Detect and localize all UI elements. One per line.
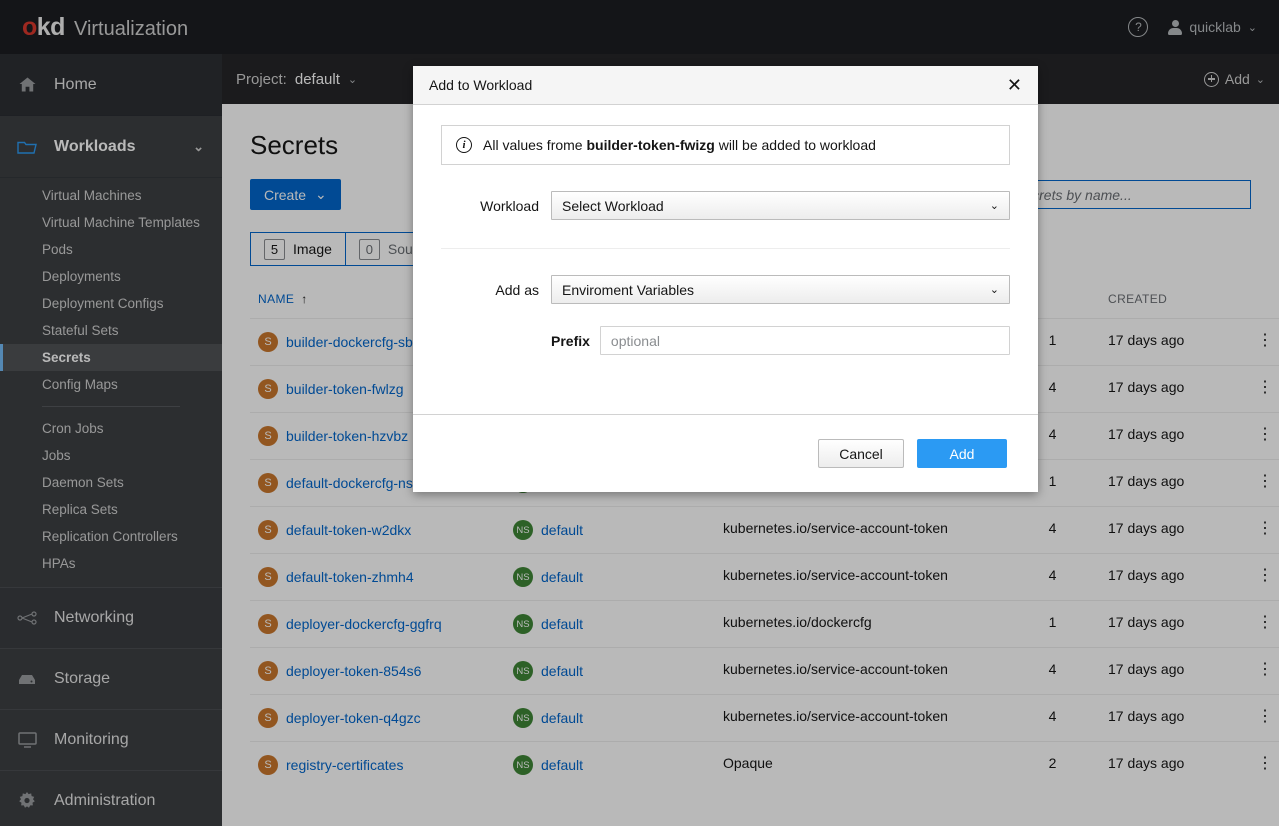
addas-field-row: Add as Enviroment Variables ⌄	[441, 275, 1010, 304]
alert-secret-name: builder-token-fwizg	[586, 137, 715, 153]
workload-field-row: Workload Select Workload ⌄	[441, 191, 1010, 220]
cancel-button[interactable]: Cancel	[818, 439, 904, 468]
form-divider	[441, 248, 1010, 249]
prefix-field-row: Prefix	[441, 326, 1010, 355]
workload-select[interactable]: Select Workload ⌄	[551, 191, 1010, 220]
prefix-input[interactable]	[599, 326, 1010, 355]
alert-suffix: will be added to workload	[714, 137, 876, 153]
modal-body: i All values frome builder-token-fwizg w…	[413, 105, 1038, 414]
prefix-label: Prefix	[551, 332, 590, 349]
modal-title: Add to Workload	[429, 77, 533, 93]
chevron-down-icon: ⌄	[989, 200, 999, 212]
alert-text: All values frome builder-token-fwizg wil…	[483, 137, 876, 153]
workload-selected-value: Select Workload	[562, 197, 664, 214]
add-as-select[interactable]: Enviroment Variables ⌄	[551, 275, 1010, 304]
add-to-workload-modal: Add to Workload ✕ i All values frome bui…	[413, 66, 1038, 492]
workload-label: Workload	[480, 197, 539, 214]
add-button[interactable]: Add	[917, 439, 1007, 468]
alert-prefix: All values frome	[483, 137, 587, 153]
modal-footer: Cancel Add	[413, 414, 1038, 492]
add-as-selected-value: Enviroment Variables	[562, 281, 695, 298]
modal-header: Add to Workload ✕	[413, 66, 1038, 105]
info-icon: i	[456, 137, 472, 153]
close-icon[interactable]: ✕	[1007, 76, 1022, 94]
info-alert: i All values frome builder-token-fwizg w…	[441, 125, 1010, 165]
app-root: okd Virtualization ? quicklab ⌄ Home Wor…	[0, 0, 1279, 826]
add-as-label: Add as	[495, 281, 539, 298]
chevron-down-icon: ⌄	[989, 284, 999, 296]
